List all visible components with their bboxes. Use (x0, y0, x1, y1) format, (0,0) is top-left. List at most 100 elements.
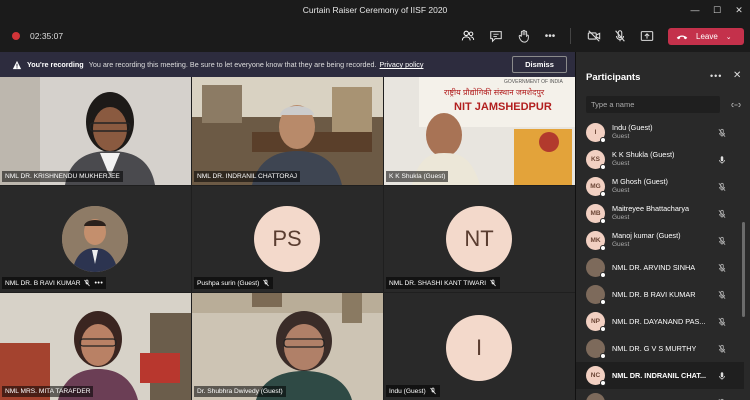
mic-off-icon (718, 263, 726, 272)
video-tile[interactable]: राष्ट्रीय प्रौद्योगिकी संस्थान जमशेदपुर … (384, 77, 575, 185)
participant-list-item[interactable]: NML DR. J SWAMINATHAN (576, 389, 744, 400)
video-tile[interactable]: NML DR. INDRANIL CHATTORAJ (192, 77, 383, 185)
meeting-timer: 02:35:07 (30, 31, 64, 41)
avatar-initials: MG (590, 183, 601, 190)
toolbar-divider (570, 28, 571, 44)
video-tile[interactable]: PS Pushpa surin (Guest) (192, 186, 383, 292)
banner-title: You're recording (27, 60, 84, 69)
privacy-policy-link[interactable]: Privacy policy (380, 60, 424, 69)
warning-icon (12, 60, 22, 69)
participant-list-item[interactable]: I Indu (Guest) Guest (576, 119, 744, 146)
participant-name: Dr. Shubhra Dwivedy (Guest) (197, 388, 283, 395)
mic-off-icon (615, 30, 625, 42)
participant-list-item[interactable]: MG M Ghosh (Guest) Guest (576, 173, 744, 200)
window-controls: — ☐ ✕ (684, 0, 750, 20)
participant-search-input[interactable]: Type a name (586, 96, 720, 113)
presence-status-icon (600, 164, 606, 170)
dismiss-button[interactable]: Dismiss (512, 56, 567, 73)
avatar (586, 393, 605, 400)
avatar: MB (586, 204, 606, 224)
participant-name: NML DR. B RAVI KUMAR (612, 290, 696, 299)
video-tile[interactable]: NML MRS. MITA TARAFDER (0, 293, 191, 400)
participant-list-item[interactable]: NML DR. ARVIND SINHA (576, 254, 744, 281)
avatar-initials: NP (590, 318, 601, 325)
chevron-down-icon[interactable]: ⌄ (726, 33, 732, 41)
recording-indicator-icon (12, 32, 20, 40)
people-icon (461, 30, 475, 41)
participant-list-item[interactable]: MK Manoj kumar (Guest) Guest (576, 227, 744, 254)
participant-role: Guest (612, 241, 630, 248)
camera-toggle-button[interactable] (584, 26, 604, 46)
tile-name-label: Dr. Shubhra Dwivedy (Guest) (194, 386, 286, 397)
participant-list-item[interactable]: NC NML DR. INDRANIL CHAT... (576, 362, 744, 389)
presence-status-icon (600, 137, 606, 143)
avatar (586, 285, 606, 305)
avatar-initials: MK (590, 237, 601, 244)
chat-button[interactable] (486, 26, 506, 46)
hand-icon (518, 29, 529, 43)
minimize-button[interactable]: — (684, 0, 706, 20)
video-tile[interactable]: NML DR. KRISHNENDU MUKHERJEE (0, 77, 191, 185)
tile-name-label: NML DR. KRISHNENDU MUKHERJEE (2, 171, 123, 182)
participant-name: NML DR. ARVIND SINHA (612, 263, 696, 272)
maximize-button[interactable]: ☐ (706, 0, 728, 20)
participant-name: K K Shukla (Guest) (389, 173, 446, 180)
participant-name: Manoj kumar (Guest) (612, 231, 681, 240)
participant-list-item[interactable]: NML DR. G V S MURTHY (576, 335, 744, 362)
avatar (586, 258, 606, 278)
avatar-initials: I (594, 129, 597, 136)
avatar-initials: NC (590, 372, 601, 379)
mic-off-icon (718, 182, 726, 191)
share-link-icon[interactable] (731, 100, 741, 110)
mic-toggle-button[interactable] (610, 26, 630, 46)
video-tile[interactable]: Dr. Shubhra Dwivedy (Guest) (192, 293, 383, 400)
govt-sign: GOVERNMENT OF INDIA (504, 79, 563, 85)
close-window-button[interactable]: ✕ (728, 0, 750, 20)
more-actions-button[interactable]: ••• (540, 26, 560, 46)
video-tile[interactable]: I Indu (Guest) (384, 293, 575, 400)
participant-role: Guest (612, 214, 630, 221)
share-screen-button[interactable] (637, 26, 657, 46)
meeting-toolbar: 02:35:07 ••• Leave ⌄ (0, 20, 750, 52)
participant-list-item[interactable]: MB Maitreyee Bhattacharya Guest (576, 200, 744, 227)
presence-status-icon (600, 218, 606, 224)
panel-close-button[interactable]: ✕ (733, 70, 741, 81)
video-tile[interactable]: NT NML DR. SHASHI KANT TIWARI (384, 186, 575, 292)
avatar: MK (586, 231, 606, 251)
mic-on-icon (719, 156, 725, 164)
mic-off-icon (490, 279, 496, 287)
leave-button[interactable]: Leave ⌄ (668, 28, 744, 45)
participant-list-item[interactable]: NML DR. B RAVI KUMAR (576, 281, 744, 308)
avatar: NP (586, 312, 606, 332)
video-feed (0, 293, 191, 400)
mic-off-icon (718, 290, 726, 299)
mic-off-icon (263, 279, 270, 287)
mic-on-icon (719, 372, 725, 380)
panel-more-button[interactable]: ••• (710, 71, 722, 81)
presence-status-icon (600, 326, 606, 332)
avatar (586, 339, 606, 359)
participant-name: Pushpa surin (Guest) (197, 279, 260, 287)
video-tile[interactable]: NML DR. B RAVI KUMAR ••• (0, 186, 191, 292)
tile-name-label: Indu (Guest) (386, 385, 440, 397)
tile-name-label: Pushpa surin (Guest) (194, 277, 274, 289)
participant-list-item[interactable]: NP NML DR. DAYANAND PAS... (576, 308, 744, 335)
participant-list-item[interactable]: KS K K Shukla (Guest) Guest (576, 146, 744, 173)
participant-list: I Indu (Guest) Guest KS K K Shukla (Guest) Gu… (576, 119, 744, 400)
panel-scrollbar[interactable] (742, 119, 745, 399)
participants-button[interactable] (458, 26, 478, 46)
raise-hand-button[interactable] (514, 26, 534, 46)
tile-more-button[interactable]: ••• (94, 280, 103, 287)
profile-photo (62, 206, 128, 272)
avatar-initials: MB (590, 210, 601, 217)
mic-off-icon (718, 236, 726, 245)
recording-banner: You're recording You are recording this … (0, 52, 575, 77)
avatar: NT (446, 206, 512, 272)
video-feed (192, 293, 383, 400)
avatar: PS (254, 206, 320, 272)
scroll-thumb[interactable] (742, 222, 745, 317)
presence-status-icon (600, 245, 606, 251)
participant-name: NML DR. G V S MURTHY (612, 344, 697, 353)
presence-status-icon (600, 272, 606, 278)
avatar (62, 206, 128, 272)
